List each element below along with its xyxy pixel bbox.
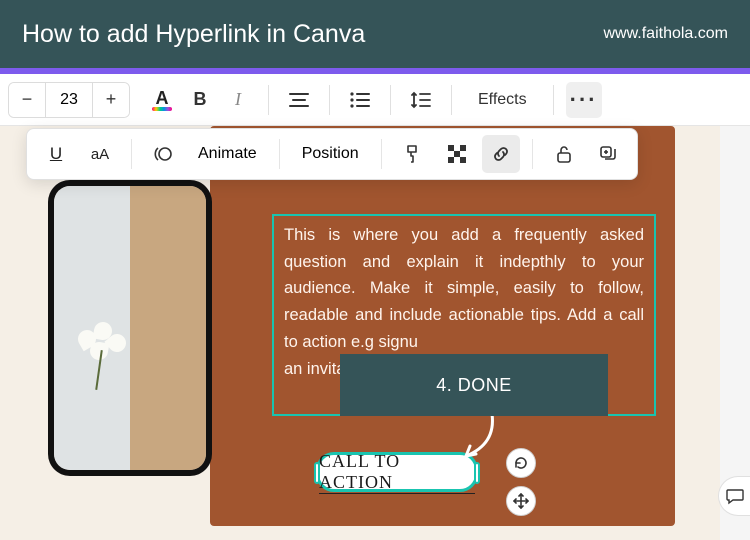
text-toolbar-secondary: U aA Animate Position (26, 128, 638, 180)
alignment-button[interactable] (281, 82, 317, 118)
text-toolbar-primary: − 23 + A B I Effects ··· (0, 74, 750, 126)
transparency-button[interactable] (438, 135, 476, 173)
divider (553, 85, 554, 115)
ellipsis-icon: ··· (570, 95, 598, 105)
position-button[interactable]: Position (292, 145, 369, 163)
divider (329, 85, 330, 115)
faq-text-content: This is where you add a frequently asked… (284, 226, 644, 351)
more-options-button[interactable]: ··· (566, 82, 602, 118)
flower-graphic (78, 320, 132, 368)
font-size-value[interactable]: 23 (45, 83, 93, 117)
selection-handle-left[interactable] (314, 462, 320, 484)
font-size-stepper: − 23 + (8, 82, 130, 118)
animate-icon[interactable] (144, 135, 182, 173)
font-size-decrease-button[interactable]: − (9, 82, 45, 118)
divider (279, 139, 280, 169)
divider (390, 85, 391, 115)
help-chat-button[interactable] (718, 476, 750, 516)
animate-button[interactable]: Animate (188, 145, 267, 163)
lock-button[interactable] (545, 135, 583, 173)
tutorial-title: How to add Hyperlink in Canva (22, 20, 365, 49)
spacing-button[interactable] (403, 82, 439, 118)
format-painter-button[interactable] (394, 135, 432, 173)
duplicate-button[interactable] (589, 135, 627, 173)
arrow-annotation (452, 410, 502, 470)
phone-screen-image (54, 186, 206, 470)
phone-mockup (48, 180, 212, 476)
divider (451, 85, 452, 115)
divider (131, 139, 132, 169)
chat-icon (725, 486, 745, 506)
rotate-handle[interactable] (506, 448, 536, 478)
divider (381, 139, 382, 169)
step-callout-label: 4. DONE (436, 375, 512, 396)
divider (268, 85, 269, 115)
bold-button[interactable]: B (182, 82, 218, 118)
font-size-increase-button[interactable]: + (93, 82, 129, 118)
move-handle[interactable] (506, 486, 536, 516)
tutorial-header: How to add Hyperlink in Canva www.faitho… (0, 0, 750, 68)
uppercase-button[interactable]: aA (81, 135, 119, 173)
underline-button[interactable]: U (37, 135, 75, 173)
text-color-button[interactable]: A (144, 82, 180, 118)
effects-button[interactable]: Effects (464, 82, 541, 118)
italic-button[interactable]: I (220, 82, 256, 118)
tutorial-source-url: www.faithola.com (604, 25, 729, 43)
link-button[interactable] (482, 135, 520, 173)
faq-text-content-2: an invita (284, 360, 345, 378)
step-callout: 4. DONE (340, 354, 608, 416)
divider (532, 139, 533, 169)
design-canvas[interactable]: This is where you add a frequently asked… (0, 126, 720, 540)
list-button[interactable] (342, 82, 378, 118)
